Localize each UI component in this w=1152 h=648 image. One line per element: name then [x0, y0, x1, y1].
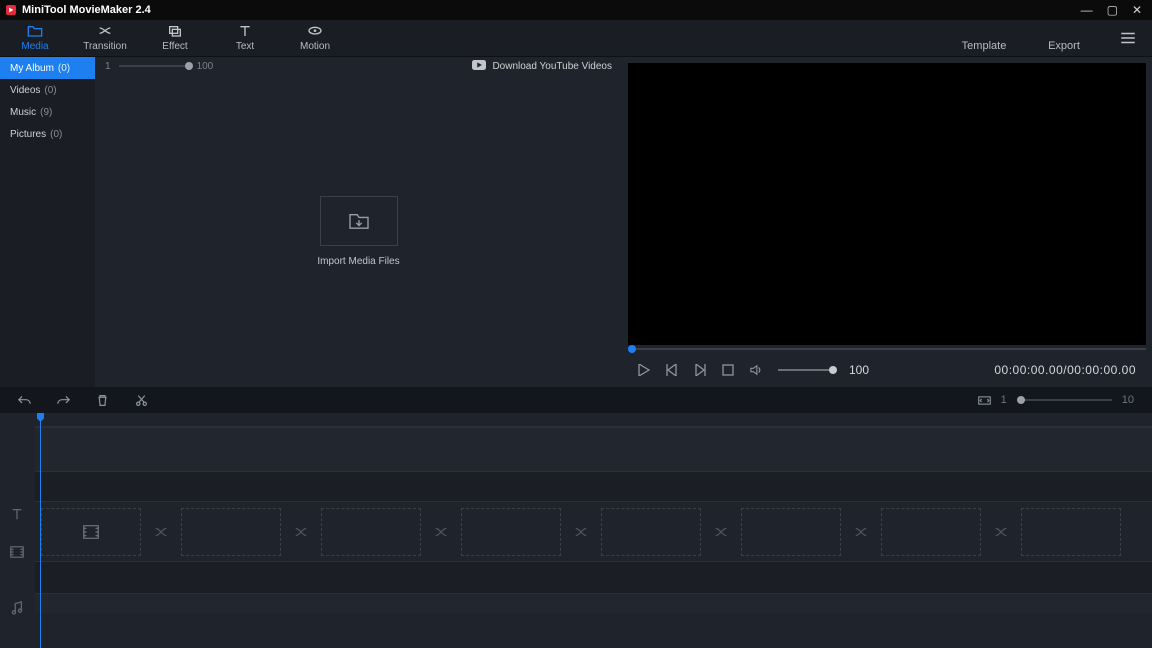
transition-slot[interactable] — [283, 508, 319, 556]
minimize-button[interactable]: — — [1081, 3, 1093, 17]
transition-slot[interactable] — [423, 508, 459, 556]
download-youtube-link[interactable]: Download YouTube Videos — [472, 60, 612, 73]
redo-button[interactable] — [57, 394, 70, 407]
seek-bar[interactable] — [628, 345, 1146, 353]
preview-video — [628, 63, 1146, 345]
window-controls: — ▢ ✕ — [1081, 3, 1146, 17]
folder-icon — [27, 24, 43, 38]
timeline-zoom-min: 1 — [1001, 394, 1007, 406]
import-media-button[interactable] — [320, 196, 398, 246]
video-track[interactable] — [35, 501, 1152, 561]
effect-icon — [167, 24, 183, 38]
transition-slot[interactable] — [843, 508, 879, 556]
timeline-zoom-slider[interactable] — [1017, 399, 1112, 401]
thumb-zoom-max: 100 — [197, 61, 214, 72]
stop-button[interactable] — [722, 364, 734, 376]
text-icon — [237, 24, 253, 38]
tab-label: Effect — [162, 41, 187, 52]
close-button[interactable]: ✕ — [1132, 3, 1142, 17]
clip-slot[interactable] — [1021, 508, 1121, 556]
sidebar-item-label: Music — [10, 107, 36, 118]
clip-slot[interactable] — [321, 508, 421, 556]
tab-label: Motion — [300, 41, 330, 52]
audio-track-icon — [10, 601, 24, 615]
playback-controls: 100 00:00:00.00/00:00:00.00 — [628, 353, 1146, 387]
sidebar-item-myalbum[interactable]: My Album (0) — [0, 57, 95, 79]
split-button[interactable] — [135, 394, 148, 407]
delete-button[interactable] — [96, 394, 109, 407]
fit-button[interactable] — [978, 394, 991, 407]
step-back-button[interactable] — [666, 364, 678, 376]
timeline-spacer — [35, 427, 1152, 471]
maximize-button[interactable]: ▢ — [1107, 3, 1118, 17]
volume-value: 100 — [849, 363, 869, 377]
main-toolbar: Media Transition Effect Text Motion Temp… — [0, 20, 1152, 57]
clip-slot[interactable] — [601, 508, 701, 556]
sidebar-item-count: (9) — [40, 107, 52, 118]
media-panel: 1 100 Download YouTube Videos Import Med… — [95, 57, 622, 387]
download-label: Download YouTube Videos — [492, 61, 612, 72]
sidebar-item-label: Pictures — [10, 129, 46, 140]
sidebar-item-count: (0) — [50, 129, 62, 140]
app-logo — [6, 5, 16, 15]
transition-slot[interactable] — [563, 508, 599, 556]
import-media-label: Import Media Files — [317, 256, 399, 267]
sidebar-item-music[interactable]: Music (9) — [0, 101, 95, 123]
template-label: Template — [962, 40, 1007, 52]
tab-text[interactable]: Text — [210, 20, 280, 56]
clip-slot[interactable] — [881, 508, 981, 556]
volume-button[interactable] — [750, 364, 762, 376]
export-label: Export — [1048, 40, 1080, 52]
sidebar-item-count: (0) — [58, 63, 70, 74]
video-track-icon — [10, 545, 24, 559]
tab-label: Text — [236, 41, 254, 52]
sidebar-item-pictures[interactable]: Pictures (0) — [0, 123, 95, 145]
text-track-icon — [10, 507, 24, 521]
clip-slot[interactable] — [181, 508, 281, 556]
youtube-icon — [472, 60, 486, 73]
sidebar-item-videos[interactable]: Videos (0) — [0, 79, 95, 101]
tab-effect[interactable]: Effect — [140, 20, 210, 56]
undo-button[interactable] — [18, 394, 31, 407]
timeline-zoom-max: 10 — [1122, 394, 1134, 406]
clip-slot[interactable] — [41, 508, 141, 556]
thumb-zoom-min: 1 — [105, 61, 111, 72]
motion-icon — [307, 24, 323, 38]
export-button[interactable]: Export — [1024, 20, 1104, 56]
clip-slot[interactable] — [461, 508, 561, 556]
timeline — [0, 413, 1152, 648]
thumb-zoom-slider[interactable] — [119, 65, 189, 67]
tab-transition[interactable]: Transition — [70, 20, 140, 56]
text-track[interactable] — [35, 471, 1152, 501]
play-button[interactable] — [638, 364, 650, 376]
transition-slot[interactable] — [143, 508, 179, 556]
sidebar-item-label: My Album — [10, 63, 54, 74]
tab-media[interactable]: Media — [0, 20, 70, 56]
timeline-spacer — [35, 593, 1152, 613]
tab-label: Media — [21, 41, 48, 52]
tab-motion[interactable]: Motion — [280, 20, 350, 56]
volume-slider[interactable] — [778, 369, 833, 371]
app-title: MiniTool MovieMaker 2.4 — [22, 4, 151, 16]
sidebar-item-count: (0) — [44, 85, 56, 96]
preview-panel: 100 00:00:00.00/00:00:00.00 — [622, 57, 1152, 387]
menu-button[interactable] — [1104, 20, 1152, 56]
title-bar: MiniTool MovieMaker 2.4 — ▢ ✕ — [0, 0, 1152, 20]
playhead[interactable] — [40, 413, 41, 648]
audio-track[interactable] — [35, 561, 1152, 593]
media-sidebar: My Album (0) Videos (0) Music (9) Pictur… — [0, 57, 95, 387]
edit-toolbar: 1 10 — [0, 387, 1152, 413]
transition-slot[interactable] — [983, 508, 1019, 556]
transition-icon — [97, 24, 113, 38]
transition-slot[interactable] — [703, 508, 739, 556]
template-button[interactable]: Template — [944, 20, 1024, 56]
sidebar-item-label: Videos — [10, 85, 40, 96]
time-display: 00:00:00.00/00:00:00.00 — [994, 363, 1136, 377]
timeline-ruler[interactable] — [35, 413, 1152, 427]
tab-label: Transition — [83, 41, 127, 52]
clip-slot[interactable] — [741, 508, 841, 556]
step-forward-button[interactable] — [694, 364, 706, 376]
